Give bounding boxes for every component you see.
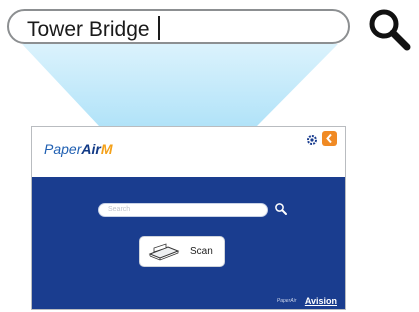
search-placeholder: Search [108,206,131,213]
app-footer: PaperAir Avision [276,292,337,306]
text-caret [157,16,160,40]
callout-search-box[interactable]: Tower Bridge [7,9,350,44]
scanner-icon [148,243,180,261]
gear-icon[interactable] [306,133,318,145]
app-logo: PaperAirM [44,141,113,157]
search-icon[interactable] [274,202,288,216]
magnifier-icon[interactable] [364,4,419,54]
paperair-app-window: PaperAirM Search Scan PaperAir Avision [31,126,346,310]
scan-label: Scan [190,246,213,257]
search-input[interactable]: Search [98,203,268,217]
callout-search-text: Tower Bridge [27,16,160,42]
app-header: PaperAirM [32,127,345,177]
avision-logo[interactable]: Avision [305,296,337,306]
chevron-left-icon[interactable] [322,131,337,146]
scan-button[interactable]: Scan [139,236,225,267]
footer-sub: PaperAir [276,297,297,304]
app-main-panel: Search Scan PaperAir Avision [32,177,345,309]
